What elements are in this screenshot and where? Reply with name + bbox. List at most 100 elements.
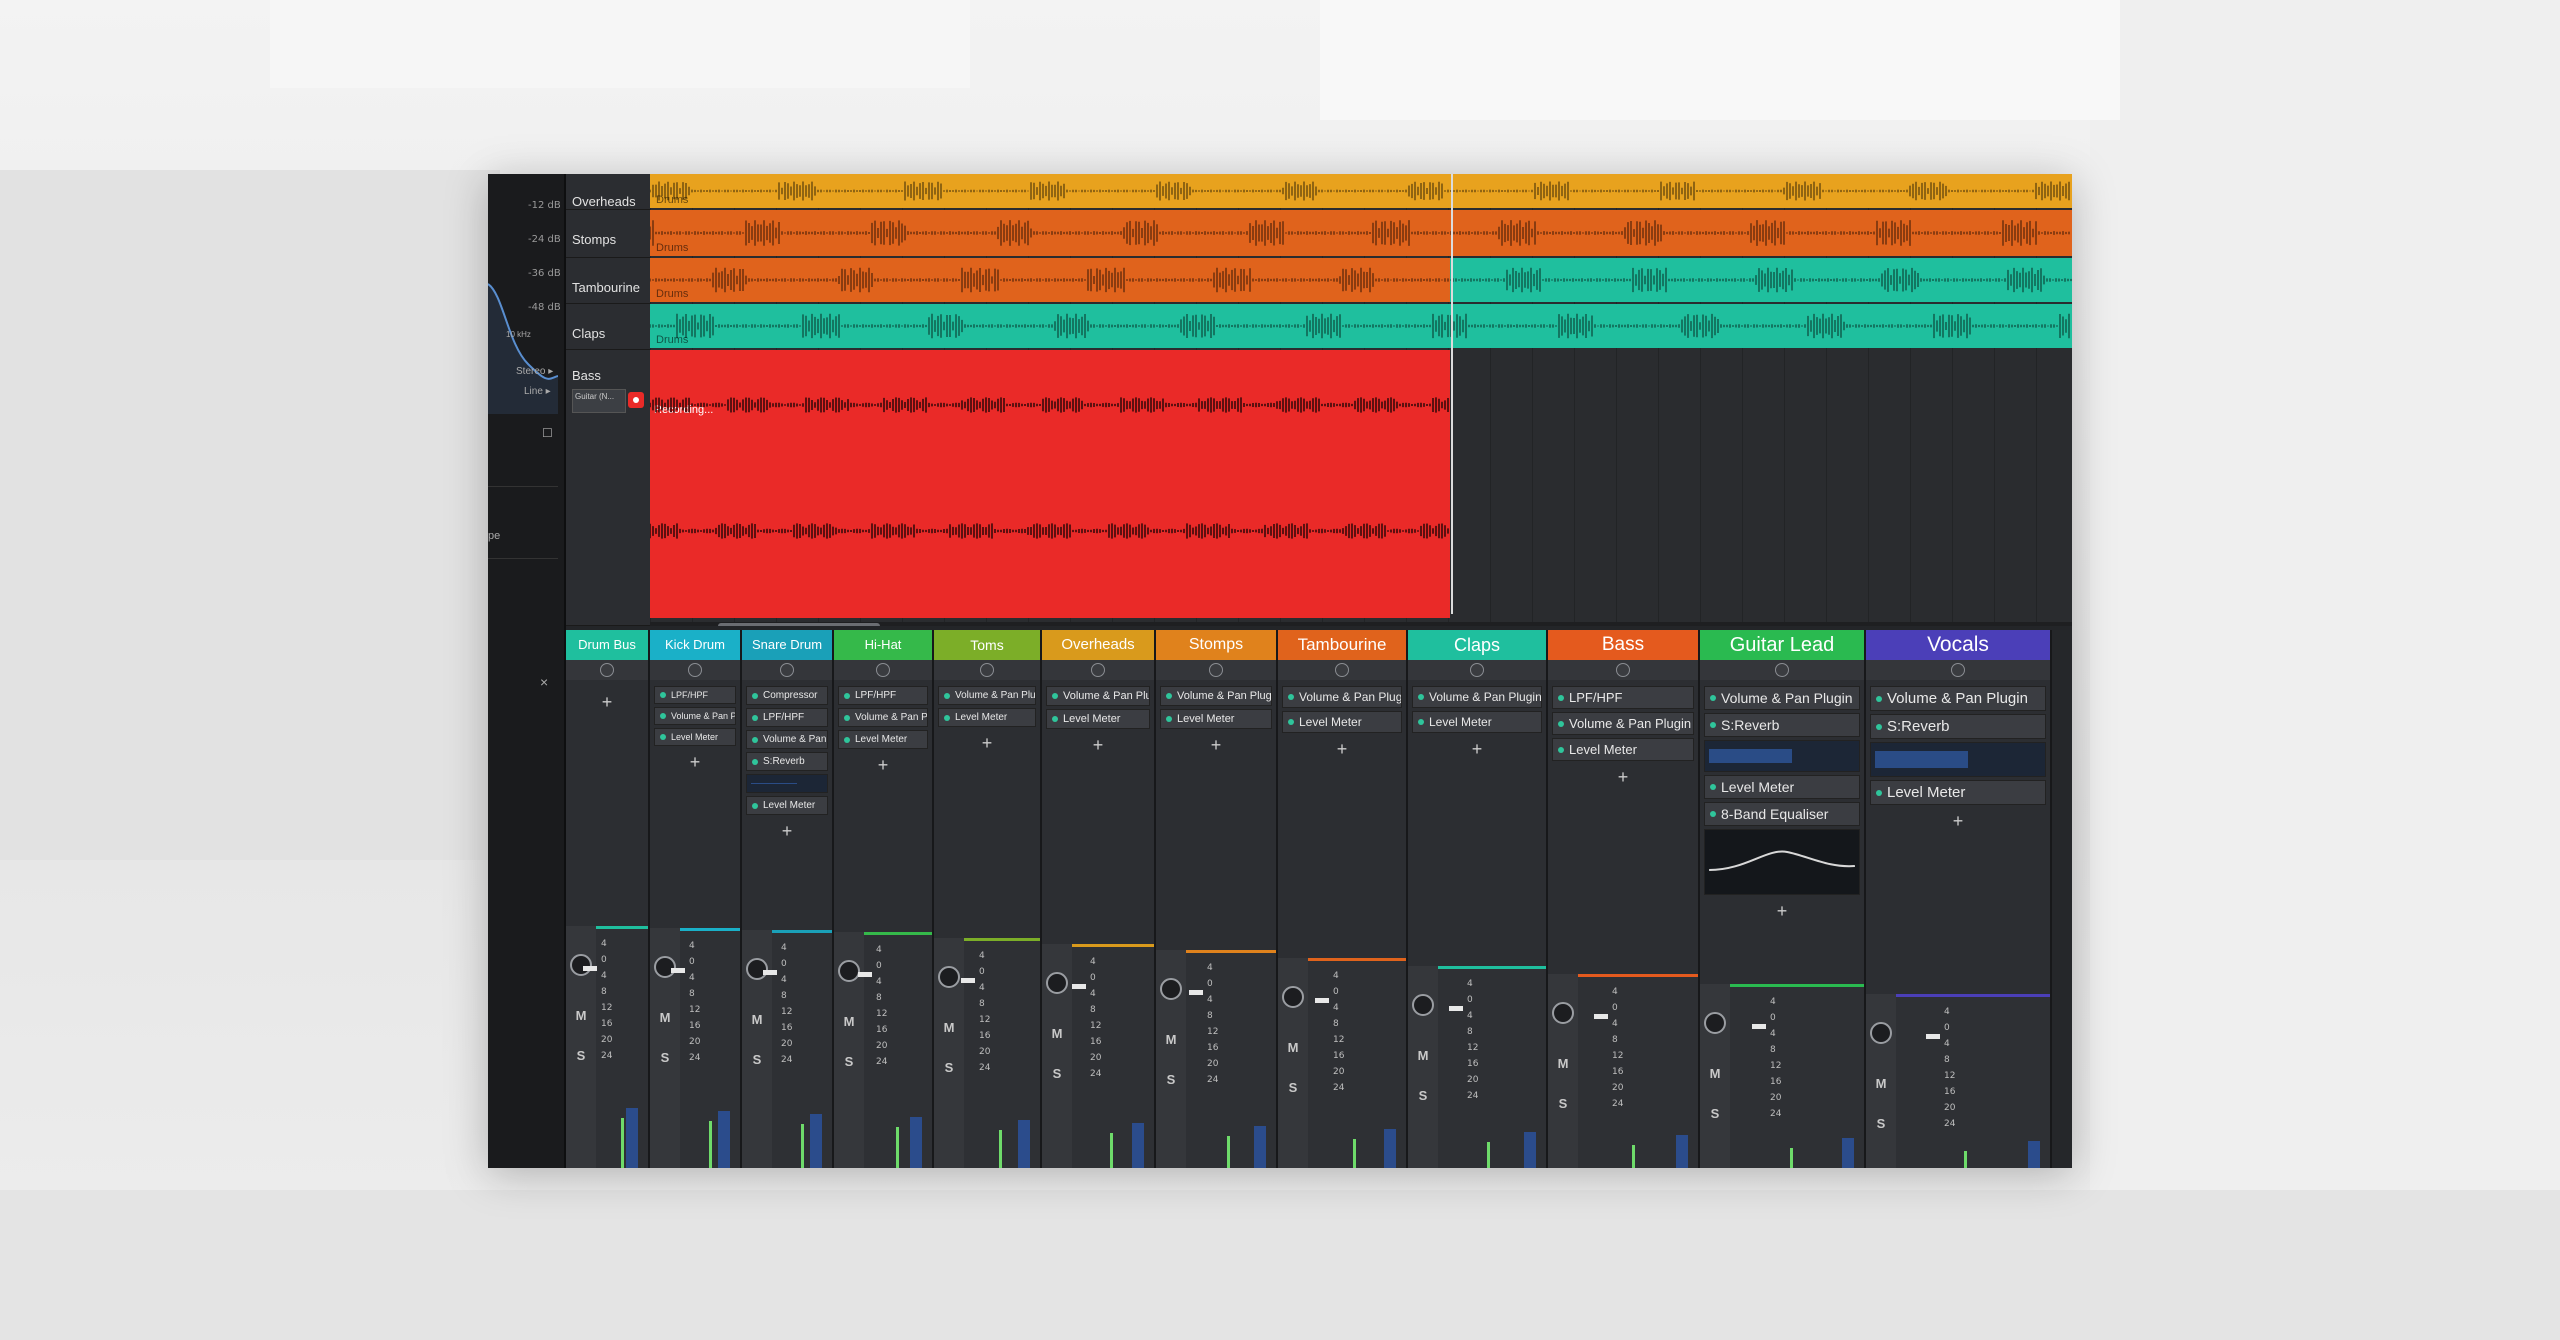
mute-button[interactable]: M bbox=[1705, 1066, 1725, 1081]
plugin-slot[interactable]: Volume & Pan Plugin bbox=[1046, 686, 1150, 706]
close-icon[interactable]: × bbox=[540, 674, 548, 690]
plugin-slot[interactable]: LPF/HPF bbox=[654, 686, 736, 704]
mute-button[interactable]: M bbox=[655, 1010, 675, 1025]
horizontal-scrollbar[interactable] bbox=[650, 622, 2072, 626]
plugin-slot[interactable]: Level Meter bbox=[1160, 709, 1272, 729]
strip-name-label[interactable]: Toms bbox=[934, 630, 1040, 660]
pan-knob[interactable] bbox=[1046, 972, 1068, 994]
plugin-slot[interactable]: Level Meter bbox=[1046, 709, 1150, 729]
solo-button[interactable]: S bbox=[655, 1050, 675, 1065]
volume-fader[interactable] bbox=[1752, 1024, 1766, 1029]
pan-knob[interactable] bbox=[1704, 1012, 1726, 1034]
record-arm-button[interactable] bbox=[628, 392, 644, 408]
plugin-enabled-icon[interactable] bbox=[660, 713, 666, 719]
plugin-enabled-icon[interactable] bbox=[660, 734, 666, 740]
audio-clip[interactable] bbox=[1450, 258, 2072, 302]
pan-knob[interactable] bbox=[938, 966, 960, 988]
plugin-enabled-icon[interactable] bbox=[752, 714, 758, 721]
eq-graph[interactable] bbox=[1704, 829, 1860, 895]
strip-name-label[interactable]: Hi-Hat bbox=[834, 630, 932, 660]
volume-fader[interactable] bbox=[1189, 990, 1203, 995]
plugin-slot[interactable]: Volume & Pan Plugin bbox=[838, 708, 928, 727]
plugin-slot[interactable]: LPF/HPF bbox=[838, 686, 928, 705]
input-knob[interactable] bbox=[1951, 663, 1965, 677]
plugin-enabled-icon[interactable] bbox=[1288, 719, 1294, 725]
plugin-enabled-icon[interactable] bbox=[660, 692, 666, 698]
mute-button[interactable]: M bbox=[1871, 1076, 1891, 1091]
mute-button[interactable]: M bbox=[1161, 1032, 1181, 1047]
input-knob[interactable] bbox=[780, 663, 794, 677]
plugin-slot[interactable]: Compressor bbox=[746, 686, 828, 705]
strip-name-label[interactable]: Claps bbox=[1408, 630, 1546, 660]
plugin-enabled-icon[interactable] bbox=[944, 714, 950, 721]
solo-button[interactable]: S bbox=[1705, 1106, 1725, 1121]
solo-button[interactable]: S bbox=[571, 1048, 591, 1063]
track-header-overheads[interactable]: Overheads bbox=[566, 174, 650, 210]
plugin-enabled-icon[interactable] bbox=[1418, 694, 1424, 700]
plugin-enabled-icon[interactable] bbox=[1418, 719, 1424, 725]
playhead[interactable] bbox=[1451, 174, 1453, 614]
checkbox-icon[interactable]: ☐ bbox=[542, 426, 553, 440]
pan-knob[interactable] bbox=[838, 960, 860, 982]
pan-knob[interactable] bbox=[1552, 1002, 1574, 1024]
add-plugin-button[interactable]: + bbox=[838, 755, 928, 776]
audio-clip[interactable]: Drums bbox=[650, 174, 2072, 208]
volume-fader[interactable] bbox=[763, 970, 777, 975]
plugin-slot[interactable]: S:Reverb bbox=[746, 752, 828, 771]
input-knob[interactable] bbox=[1470, 663, 1484, 677]
solo-button[interactable]: S bbox=[1871, 1116, 1891, 1131]
add-plugin-button[interactable]: + bbox=[1704, 901, 1860, 922]
plugin-enabled-icon[interactable] bbox=[944, 692, 950, 699]
strip-name-label[interactable]: Tambourine bbox=[1278, 630, 1406, 660]
plugin-slot[interactable]: Volume & Pan Plugin bbox=[1704, 686, 1860, 710]
input-knob[interactable] bbox=[1091, 663, 1105, 677]
stereo-selector[interactable]: Stereo ▸ bbox=[516, 366, 553, 377]
plugin-enabled-icon[interactable] bbox=[1166, 693, 1172, 699]
volume-fader[interactable] bbox=[583, 966, 597, 971]
mute-button[interactable]: M bbox=[1283, 1040, 1303, 1055]
plugin-enabled-icon[interactable] bbox=[1710, 695, 1716, 701]
pan-knob[interactable] bbox=[570, 954, 592, 976]
plugin-slot[interactable]: Level Meter bbox=[938, 708, 1036, 727]
mute-button[interactable]: M bbox=[747, 1012, 767, 1027]
add-plugin-button[interactable]: + bbox=[938, 733, 1036, 754]
add-plugin-button[interactable]: + bbox=[746, 821, 828, 842]
strip-name-label[interactable]: Drum Bus bbox=[566, 630, 648, 660]
strip-name-label[interactable]: Stomps bbox=[1156, 630, 1276, 660]
volume-fader[interactable] bbox=[671, 968, 685, 973]
plugin-enabled-icon[interactable] bbox=[752, 736, 758, 743]
strip-name-label[interactable]: Snare Drum bbox=[742, 630, 832, 660]
volume-fader[interactable] bbox=[858, 972, 872, 977]
plugin-enabled-icon[interactable] bbox=[1710, 722, 1716, 728]
plugin-enabled-icon[interactable] bbox=[752, 758, 758, 765]
plugin-enabled-icon[interactable] bbox=[752, 692, 758, 699]
plugin-slot[interactable]: Level Meter bbox=[654, 728, 736, 746]
mute-button[interactable]: M bbox=[1413, 1048, 1433, 1063]
input-knob[interactable] bbox=[1616, 663, 1630, 677]
arrange-view[interactable]: Drums Drums Drums Drums Recording... bbox=[650, 174, 2072, 626]
plugin-slot[interactable]: Volume & Pan Plugin bbox=[1160, 686, 1272, 706]
add-plugin-button[interactable]: + bbox=[654, 752, 736, 773]
solo-button[interactable]: S bbox=[1161, 1072, 1181, 1087]
strip-name-label[interactable]: Bass bbox=[1548, 630, 1698, 660]
scrollbar-thumb[interactable] bbox=[718, 623, 880, 626]
input-knob[interactable] bbox=[1209, 663, 1223, 677]
input-knob[interactable] bbox=[980, 663, 994, 677]
plugin-enabled-icon[interactable] bbox=[844, 736, 850, 743]
plugin-slot[interactable]: Level Meter bbox=[1870, 780, 2046, 805]
plugin-enabled-icon[interactable] bbox=[1166, 716, 1172, 722]
strip-name-label[interactable]: Overheads bbox=[1042, 630, 1154, 660]
pan-knob[interactable] bbox=[1412, 994, 1434, 1016]
input-knob[interactable] bbox=[600, 663, 614, 677]
reverb-mix-bar[interactable] bbox=[1870, 742, 2046, 777]
pan-knob[interactable] bbox=[1282, 986, 1304, 1008]
mute-button[interactable]: M bbox=[1553, 1056, 1573, 1071]
plugin-slot[interactable]: Volume & Pan Plugin bbox=[938, 686, 1036, 705]
solo-button[interactable]: S bbox=[747, 1052, 767, 1067]
audio-clip[interactable]: Drums bbox=[650, 304, 2072, 348]
plugin-slot[interactable]: 8-Band Equaliser bbox=[1704, 802, 1860, 826]
plugin-slot[interactable]: Volume & Pan Plugin bbox=[746, 730, 828, 749]
volume-fader[interactable] bbox=[1072, 984, 1086, 989]
add-plugin-button[interactable]: + bbox=[1046, 735, 1150, 756]
plugin-slot[interactable]: Level Meter bbox=[838, 730, 928, 749]
